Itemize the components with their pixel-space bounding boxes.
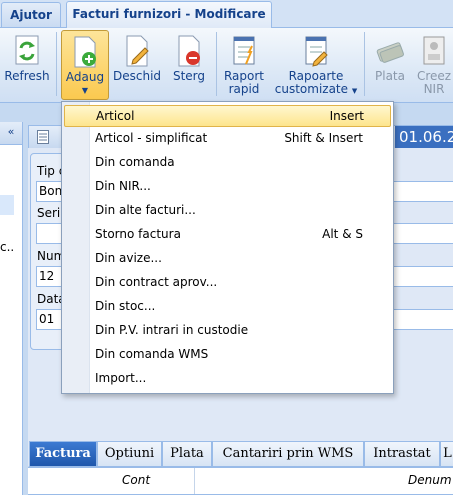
add-dropdown-menu: Articol Insert Articol - simplificat Shift… xyxy=(61,101,394,394)
quick-report-label-2: rapid xyxy=(228,82,260,96)
grid-header: Cont Denum xyxy=(28,467,453,495)
menu-item-import[interactable]: Import... xyxy=(64,367,389,389)
tab-l[interactable]: L xyxy=(440,441,453,467)
nir-icon xyxy=(423,36,445,65)
create-nir-label-2: NIR xyxy=(423,82,445,96)
open-label: Deschid xyxy=(112,69,162,83)
tab-facturi-furnizori[interactable]: Facturi furnizori - Modificare xyxy=(66,1,272,28)
pay-label: Plata xyxy=(375,69,405,83)
collapse-panel-button[interactable]: « xyxy=(0,125,22,138)
add-button[interactable]: Adaug ▼ xyxy=(61,30,109,100)
custom-reports-button[interactable]: Rapoarte customizate ▼ xyxy=(272,30,360,98)
document-icon xyxy=(37,130,49,144)
menu-item-din-alte-facturi[interactable]: Din alte facturi... xyxy=(64,199,389,221)
tab-factura[interactable]: Factura xyxy=(29,441,97,467)
custom-report-icon xyxy=(305,36,328,67)
chevron-down-icon: ▼ xyxy=(81,86,89,95)
quick-report-button[interactable]: Raport rapid xyxy=(220,30,268,98)
left-panel xyxy=(0,122,23,495)
menu-item-din-stoc[interactable]: Din stoc... xyxy=(64,295,389,317)
money-icon xyxy=(376,42,404,63)
ribbon-toolbar: Refresh Adaug ▼ Deschid Sterg Raport rap… xyxy=(0,28,453,103)
tab-optiuni[interactable]: Optiuni xyxy=(97,441,162,467)
refresh-icon xyxy=(15,35,39,65)
header-date: 01.06.20 xyxy=(395,126,453,148)
tab-cantariri-wms[interactable]: Cantariri prin WMS xyxy=(212,441,364,467)
menu-item-din-contract-aprov[interactable]: Din contract aprov... xyxy=(64,271,389,293)
field-label-series: Seri xyxy=(37,206,61,220)
menu-item-din-avize[interactable]: Din avize... xyxy=(64,247,389,269)
menu-item-din-comanda[interactable]: Din comanda xyxy=(64,151,389,173)
create-nir-button[interactable]: Creez NIR xyxy=(414,30,453,98)
grid-col-denum[interactable]: Denum xyxy=(408,473,452,487)
menu-item-din-comanda-wms[interactable]: Din comanda WMS xyxy=(64,343,389,365)
menu-item-din-nir[interactable]: Din NIR... xyxy=(64,175,389,197)
grid-col-cont[interactable]: Cont xyxy=(122,473,150,487)
open-button[interactable]: Deschid xyxy=(112,30,162,98)
tab-intrastat[interactable]: Intrastat xyxy=(364,441,440,467)
delete-document-icon xyxy=(178,35,200,67)
tab-plata[interactable]: Plata xyxy=(162,441,212,467)
edit-document-icon xyxy=(126,35,149,67)
menu-item-din-pv-custodie[interactable]: Din P.V. intrari in custodie xyxy=(64,319,389,341)
pay-button[interactable]: Plata xyxy=(368,30,412,98)
menu-item-articol-simplificat[interactable]: Articol - simplificat Shift & Insert xyxy=(64,127,389,149)
add-label: Adaug xyxy=(65,70,105,84)
menu-item-storno-factura[interactable]: Storno factura Alt & S xyxy=(64,223,389,245)
top-tab-strip: Ajutor Facturi furnizori - Modificare xyxy=(0,0,453,28)
delete-button[interactable]: Sterg xyxy=(166,30,212,98)
refresh-label: Refresh xyxy=(4,69,50,83)
refresh-button[interactable]: Refresh xyxy=(2,30,52,98)
report-icon xyxy=(233,36,255,65)
add-document-icon xyxy=(74,36,96,68)
delete-label: Sterg xyxy=(172,69,206,83)
left-selected-row[interactable] xyxy=(0,195,14,215)
left-partial-text: c.. xyxy=(0,240,15,254)
custom-reports-label-2: customizate ▼ xyxy=(274,82,358,96)
menu-item-articol[interactable]: Articol Insert xyxy=(64,105,391,127)
tab-ajutor[interactable]: Ajutor xyxy=(1,2,61,27)
